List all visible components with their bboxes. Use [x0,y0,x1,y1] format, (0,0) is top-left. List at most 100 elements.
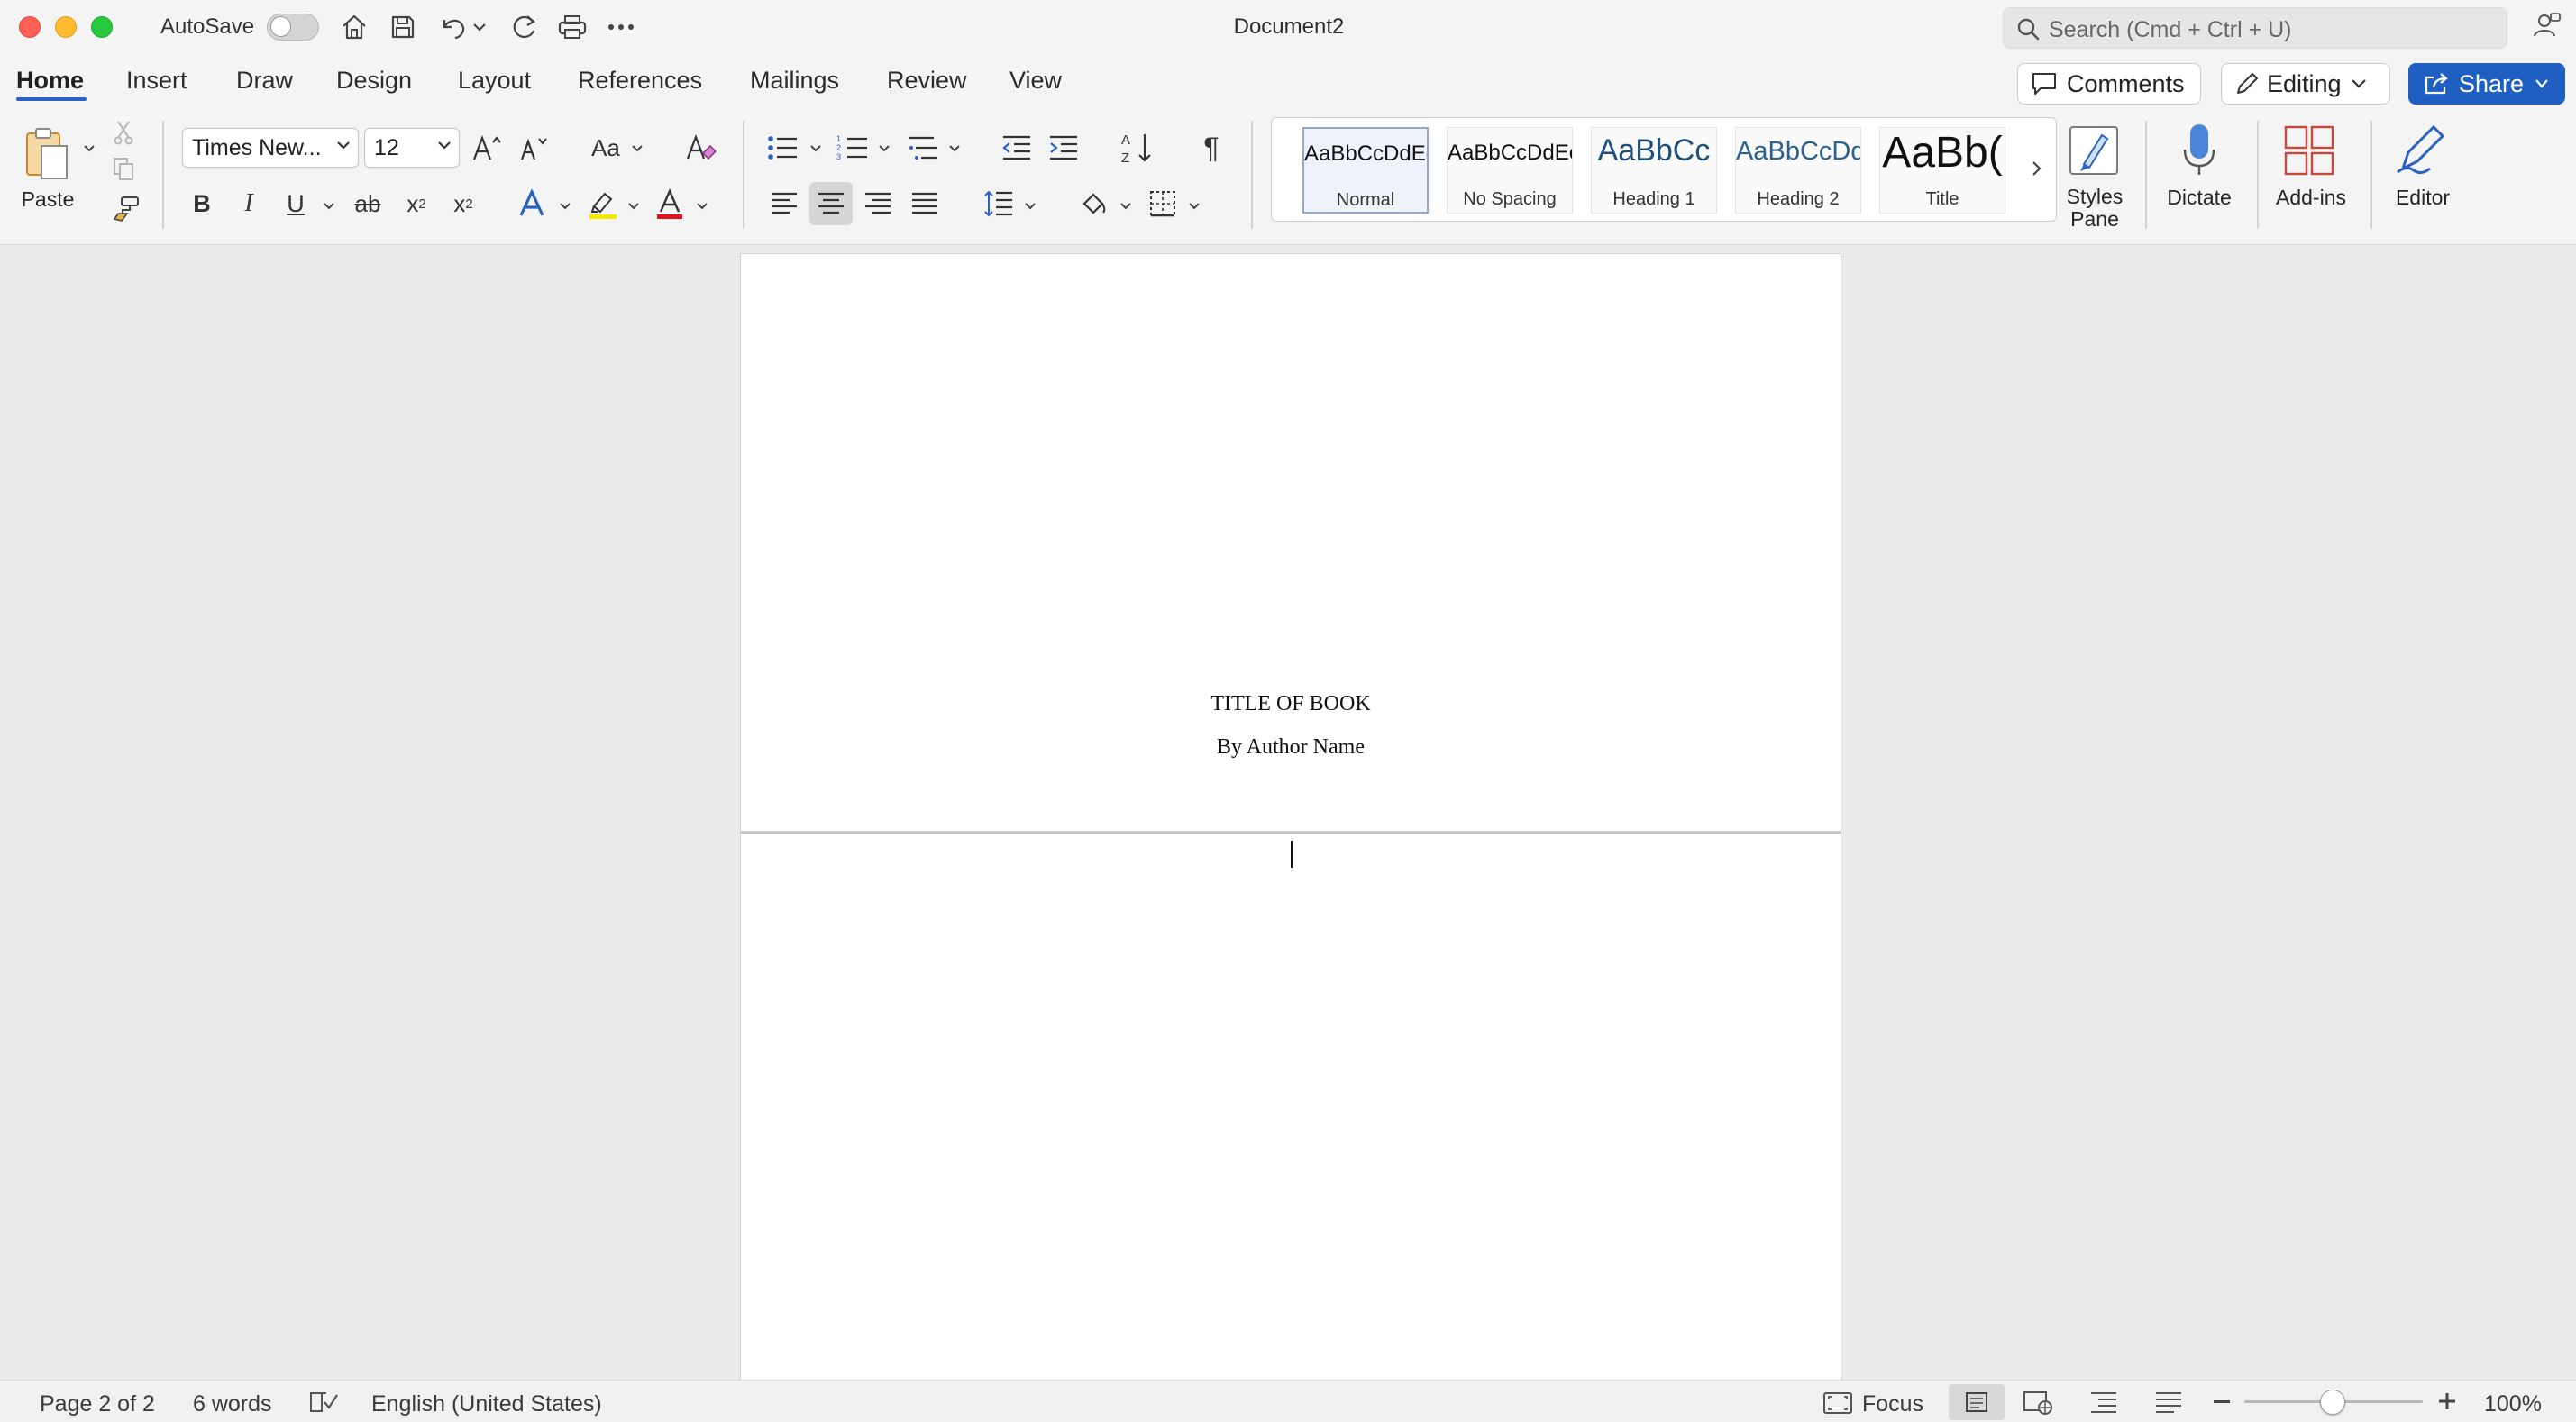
word-count[interactable]: 6 words [193,1391,272,1417]
grow-font-icon[interactable] [469,128,505,168]
borders-icon[interactable] [1145,186,1181,222]
page-2[interactable] [740,832,1841,1390]
page-1[interactable]: TITLE OF BOOK By Author Name [740,253,1841,832]
line-spacing-chevron-icon[interactable] [1024,202,1037,211]
change-case-button[interactable]: Aa [588,128,624,168]
paste-icon[interactable] [20,123,74,186]
addins-icon[interactable] [2280,123,2338,178]
text-effects-chevron-icon[interactable] [559,202,571,211]
format-painter-icon[interactable] [110,195,141,223]
numbering-icon[interactable]: 123 [835,130,871,166]
zoom-in-icon[interactable] [2437,1391,2457,1411]
subscript-icon[interactable]: x2 [398,186,434,222]
decrease-indent-icon[interactable] [999,130,1035,166]
document-canvas[interactable]: TITLE OF BOOK By Author Name [0,246,2576,1390]
style-normal[interactable]: AaBbCcDdEe Normal [1302,127,1429,214]
styles-gallery: AaBbCcDdEe Normal AaBbCcDdEe No Spacing … [1271,117,2057,222]
shading-icon[interactable] [1076,186,1112,222]
paste-options-chevron-icon[interactable] [83,144,96,153]
underline-icon[interactable]: U [279,186,312,222]
focus-label[interactable]: Focus [1862,1391,1923,1417]
style-title[interactable]: AaBb( Title [1879,127,2005,214]
editor-icon[interactable] [2392,123,2452,178]
justify-icon[interactable] [907,186,943,222]
font-size-dropdown[interactable]: 12 [364,128,460,168]
undo-dropdown-chevron-icon[interactable] [469,9,490,45]
bullets-chevron-icon[interactable] [809,144,822,153]
italic-icon[interactable]: I [233,186,265,222]
tab-layout[interactable]: Layout [458,67,531,95]
undo-icon[interactable] [434,9,470,45]
show-formatting-marks-icon[interactable]: ¶ [1193,128,1229,168]
shading-chevron-icon[interactable] [1119,202,1132,211]
highlight-color-icon[interactable] [584,186,622,223]
zoom-slider-thumb[interactable] [2320,1390,2345,1415]
styles-pane-icon[interactable] [2066,123,2122,178]
tab-mailings[interactable]: Mailings [750,67,839,95]
style-heading-1[interactable]: AaBbCc Heading 1 [1591,127,1717,214]
account-icon[interactable] [2531,11,2562,41]
underline-chevron-icon[interactable] [323,202,335,211]
editing-mode-button[interactable]: Editing [2221,63,2390,105]
share-button[interactable]: Share [2408,63,2565,105]
superscript-icon[interactable]: x2 [445,186,481,222]
tab-references[interactable]: References [578,67,702,95]
save-icon[interactable] [385,9,421,45]
zoom-window-button[interactable] [91,16,113,38]
font-color-icon[interactable] [651,186,689,223]
tab-design[interactable]: Design [336,67,412,95]
author-name-text[interactable]: By Author Name [741,735,1841,760]
clear-formatting-icon[interactable] [681,128,721,168]
increase-indent-icon[interactable] [1046,130,1082,166]
borders-chevron-icon[interactable] [1188,202,1201,211]
comments-button[interactable]: Comments [2017,63,2201,105]
numbering-chevron-icon[interactable] [878,144,891,153]
print-layout-view-icon[interactable] [1949,1384,2005,1420]
bold-icon[interactable]: B [186,186,218,222]
cut-icon[interactable] [110,119,137,146]
draft-view-icon[interactable] [2154,1390,2183,1415]
close-window-button[interactable] [19,16,41,38]
tab-insert[interactable]: Insert [126,67,187,95]
multilevel-list-icon[interactable] [905,130,941,166]
language-status[interactable]: English (United States) [371,1391,602,1417]
copy-icon[interactable] [110,155,137,182]
book-title-text[interactable]: TITLE OF BOOK [741,692,1841,716]
tab-home[interactable]: Home [16,67,84,95]
shrink-font-icon[interactable] [516,128,552,168]
search-box[interactable]: Search (Cmd + Ctrl + U) [2003,7,2507,49]
style-no-spacing[interactable]: AaBbCcDdEe No Spacing [1447,127,1573,214]
styles-more-chevron-icon[interactable] [2031,160,2043,178]
change-case-chevron-icon[interactable] [631,144,644,153]
multilevel-chevron-icon[interactable] [948,144,961,153]
tab-review[interactable]: Review [887,67,967,95]
bullets-icon[interactable] [764,130,800,166]
font-color-chevron-icon[interactable] [696,202,708,211]
align-center-icon[interactable] [809,182,853,225]
text-effects-icon[interactable] [514,186,550,222]
more-options-icon[interactable] [603,9,639,45]
minimize-window-button[interactable] [55,16,77,38]
page-count[interactable]: Page 2 of 2 [40,1391,155,1417]
zoom-percentage[interactable]: 100% [2484,1391,2542,1417]
strikethrough-icon[interactable]: ab [350,186,386,222]
microphone-icon[interactable] [2172,121,2226,180]
sort-icon[interactable]: AZ [1118,128,1156,168]
tab-draw[interactable]: Draw [236,67,293,95]
font-name-dropdown[interactable]: Times New... [182,128,359,168]
zoom-out-icon[interactable] [2214,1400,2230,1403]
align-right-icon[interactable] [860,186,896,222]
highlight-chevron-icon[interactable] [627,202,640,211]
tab-view[interactable]: View [1009,67,1062,95]
home-icon[interactable] [336,9,372,45]
print-icon[interactable] [554,9,590,45]
outline-view-icon[interactable] [2089,1390,2118,1415]
autosave-toggle[interactable] [267,14,319,41]
align-left-icon[interactable] [766,186,802,222]
web-layout-view-icon[interactable] [2023,1390,2053,1415]
line-spacing-icon[interactable] [981,186,1017,222]
focus-icon[interactable] [1822,1391,1853,1415]
proofing-icon[interactable] [308,1390,339,1415]
style-heading-2[interactable]: AaBbCcDd Heading 2 [1735,127,1861,214]
redo-icon[interactable] [506,9,542,45]
